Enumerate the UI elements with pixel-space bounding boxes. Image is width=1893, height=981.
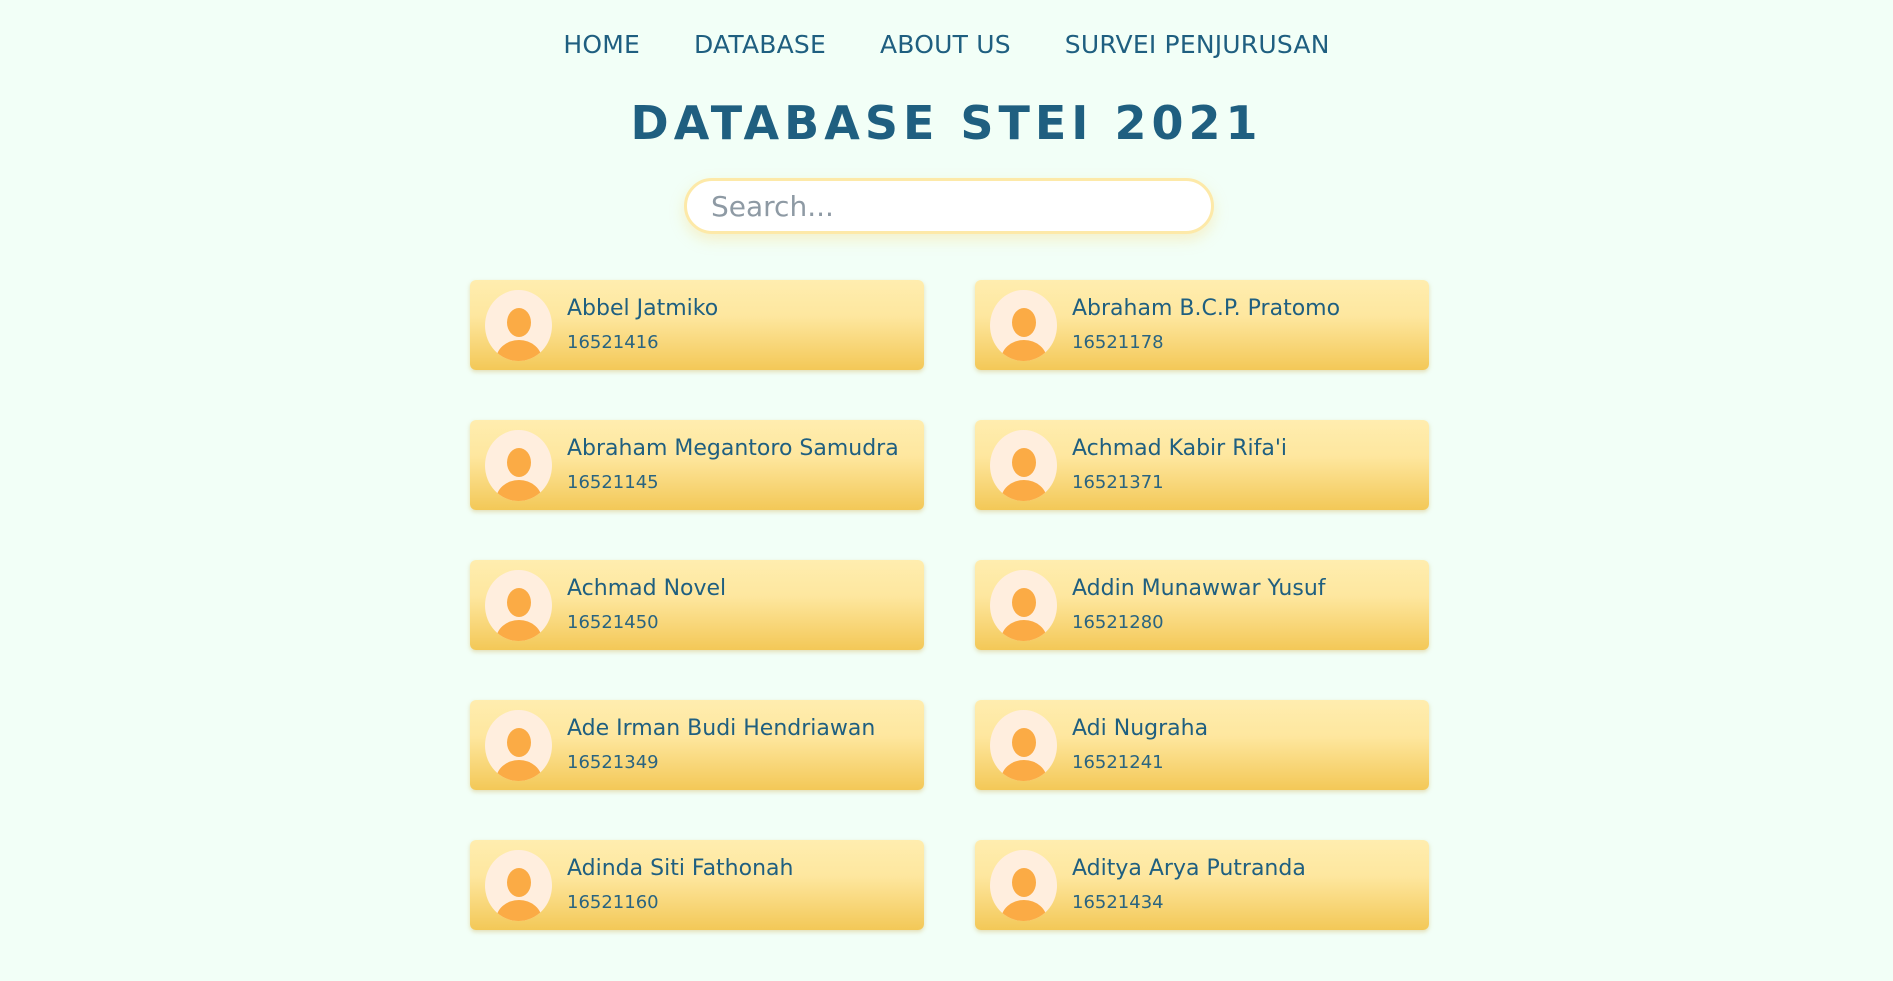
- student-name: Achmad Kabir Rifa'i: [1072, 436, 1287, 461]
- user-avatar-icon: [990, 430, 1057, 501]
- nav-home[interactable]: HOME: [563, 30, 640, 59]
- user-avatar-icon: [990, 850, 1057, 921]
- user-avatar-icon: [990, 290, 1057, 361]
- student-card[interactable]: Abraham Megantoro Samudra 16521145: [470, 420, 924, 510]
- student-name: Adinda Siti Fathonah: [567, 856, 794, 881]
- user-avatar-icon: [485, 850, 552, 921]
- student-card[interactable]: Achmad Novel 16521450: [470, 560, 924, 650]
- student-name: Adi Nugraha: [1072, 716, 1209, 741]
- student-name: Abraham B.C.P. Pratomo: [1072, 296, 1341, 321]
- student-name: Ade Irman Budi Hendriawan: [567, 716, 876, 741]
- search-container: [684, 178, 1214, 234]
- student-name: Achmad Novel: [567, 576, 727, 601]
- nav-database[interactable]: DATABASE: [694, 30, 826, 59]
- page-title: DATABASE STEI 2021: [630, 96, 1263, 150]
- student-card[interactable]: Aditya Arya Putranda 16521434: [975, 840, 1429, 930]
- student-name: Abraham Megantoro Samudra: [567, 436, 899, 461]
- student-nim: 16521280: [1072, 612, 1164, 633]
- student-card[interactable]: Adi Nugraha 16521241: [975, 700, 1429, 790]
- nav-survei-penjurusan[interactable]: SURVEI PENJURUSAN: [1065, 30, 1330, 59]
- student-name: Aditya Arya Putranda: [1072, 856, 1306, 881]
- user-avatar-icon: [485, 570, 552, 641]
- student-card[interactable]: Adinda Siti Fathonah 16521160: [470, 840, 924, 930]
- student-card[interactable]: Achmad Kabir Rifa'i 16521371: [975, 420, 1429, 510]
- student-nim: 16521434: [1072, 892, 1164, 913]
- student-nim: 16521416: [567, 332, 659, 353]
- nav-about-us[interactable]: ABOUT US: [880, 30, 1011, 59]
- user-avatar-icon: [485, 290, 552, 361]
- top-nav: HOME DATABASE ABOUT US SURVEI PENJURUSAN: [0, 30, 1893, 59]
- student-card[interactable]: Abbel Jatmiko 16521416: [470, 280, 924, 370]
- student-nim: 16521450: [567, 612, 659, 633]
- search-input[interactable]: [684, 178, 1214, 234]
- user-avatar-icon: [990, 710, 1057, 781]
- student-card[interactable]: Ade Irman Budi Hendriawan 16521349: [470, 700, 924, 790]
- user-avatar-icon: [485, 430, 552, 501]
- student-nim: 16521241: [1072, 752, 1164, 773]
- user-avatar-icon: [990, 570, 1057, 641]
- student-nim: 16521371: [1072, 472, 1164, 493]
- student-card[interactable]: Addin Munawwar Yusuf 16521280: [975, 560, 1429, 650]
- student-card[interactable]: Abraham B.C.P. Pratomo 16521178: [975, 280, 1429, 370]
- student-nim: 16521145: [567, 472, 659, 493]
- student-name: Abbel Jatmiko: [567, 296, 719, 321]
- user-avatar-icon: [485, 710, 552, 781]
- student-nim: 16521160: [567, 892, 659, 913]
- student-name: Addin Munawwar Yusuf: [1072, 576, 1326, 601]
- student-grid: Abbel Jatmiko 16521416 Abraham B.C.P. Pr…: [470, 280, 1430, 930]
- student-nim: 16521178: [1072, 332, 1164, 353]
- student-nim: 16521349: [567, 752, 659, 773]
